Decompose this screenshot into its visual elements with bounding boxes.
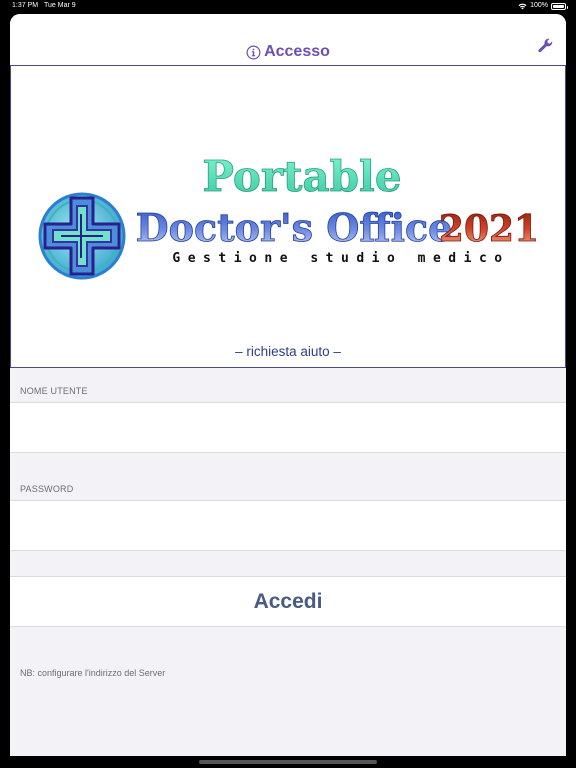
password-label: PASSWORD: [20, 484, 74, 494]
medical-cross-emblem: [38, 192, 126, 280]
server-note: NB: configurare l'indirizzo del Server: [20, 668, 166, 678]
battery-percent: 100%: [530, 2, 548, 9]
login-sheet: Accesso Portable Doctor's Office 2021 Ge…: [10, 14, 566, 756]
app-logo: Portable Doctor's Office 2021 Gestione s…: [38, 152, 540, 280]
status-date: Tue Mar 9: [44, 2, 76, 9]
logo-tagline: Gestione studio medico: [172, 251, 509, 266]
page-title-text: Accesso: [264, 43, 330, 60]
logo-line1: Portable: [202, 152, 401, 201]
wifi-icon: [518, 3, 527, 9]
logo-panel: Portable Doctor's Office 2021 Gestione s…: [10, 65, 566, 368]
logo-year: 2021: [439, 208, 539, 250]
username-row: [10, 402, 566, 453]
nav-bar: Accesso: [10, 14, 566, 65]
info-circle-icon: [246, 45, 261, 59]
login-button[interactable]: Accedi: [10, 576, 566, 627]
page-title: Accesso: [10, 43, 566, 61]
status-bar: 1:37 PM Tue Mar 9 100%: [0, 0, 576, 12]
battery-icon: [551, 2, 568, 10]
home-indicator: [199, 760, 377, 764]
password-row: [10, 500, 566, 551]
password-input[interactable]: [10, 501, 566, 550]
settings-button[interactable]: [536, 36, 554, 54]
wrench-icon: [537, 38, 552, 52]
username-input[interactable]: [10, 403, 566, 452]
help-request-link[interactable]: – richiesta aiuto –: [11, 344, 565, 359]
status-time: 1:37 PM: [12, 2, 39, 9]
status-right: 100%: [518, 0, 568, 12]
logo-line2: Doctor's Office: [136, 205, 453, 250]
username-label: NOME UTENTE: [20, 386, 88, 396]
